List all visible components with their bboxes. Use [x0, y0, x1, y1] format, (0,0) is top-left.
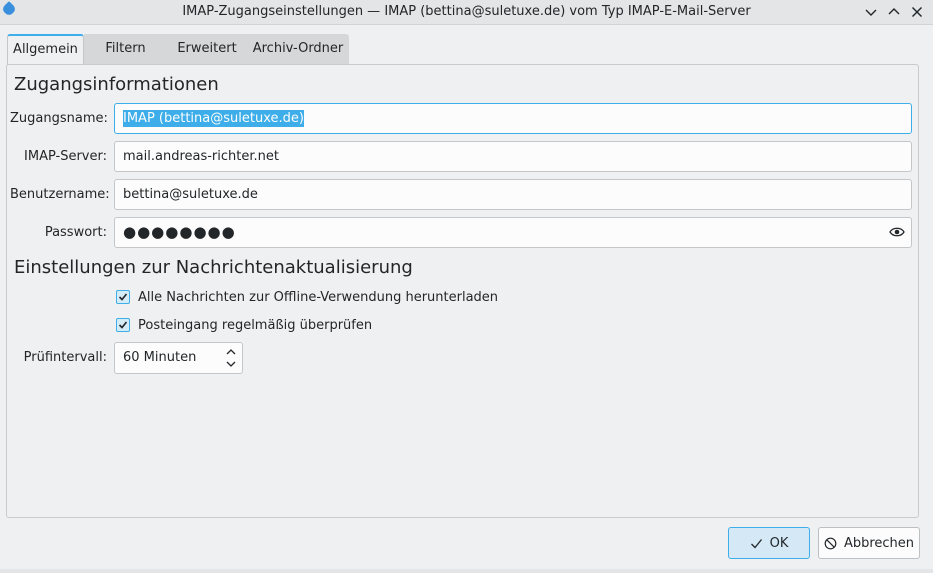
password-field[interactable]: ●●●●●●●●: [114, 217, 912, 248]
username-value: bettina@suletuxe.de: [123, 187, 258, 202]
title-bar: IMAP-Zugangseinstellungen — IMAP (bettin…: [0, 0, 933, 25]
cancel-button[interactable]: Abbrechen: [818, 527, 920, 559]
close-icon: [912, 7, 922, 17]
chevron-up-icon: [888, 8, 900, 15]
interval-value: 60 Minuten: [123, 350, 197, 365]
chevron-down-icon: [865, 9, 877, 16]
close-button[interactable]: [906, 2, 928, 22]
username-field[interactable]: bettina@suletuxe.de: [114, 179, 912, 210]
spin-arrows-icon[interactable]: [225, 346, 237, 370]
eye-icon[interactable]: [889, 226, 905, 238]
password-value: ●●●●●●●●: [123, 223, 236, 241]
imap-server-label: IMAP-Server:: [24, 149, 107, 164]
imap-server-field[interactable]: mail.andreas-richter.net: [114, 141, 912, 172]
tab-erweitert[interactable]: Erweitert: [167, 34, 247, 64]
username-label: Benutzername:: [10, 187, 110, 202]
interval-label: Prüfintervall:: [23, 350, 107, 365]
checkmark-icon: [118, 293, 128, 301]
ok-button[interactable]: OK: [728, 527, 810, 559]
section-heading-account: Zugangsinformationen: [14, 74, 219, 95]
window-bottom-edge: [0, 569, 933, 573]
ok-button-label: OK: [769, 535, 789, 551]
checkmark-icon: [118, 321, 128, 329]
tab-archiv-ordner[interactable]: Archiv-Ordner: [247, 34, 349, 64]
section-heading-refresh: Einstellungen zur Nachrichtenaktualisier…: [14, 257, 413, 278]
account-name-value: IMAP (bettina@suletuxe.de): [123, 110, 304, 127]
cancel-icon: [824, 537, 837, 549]
maximize-button[interactable]: [883, 2, 905, 22]
offline-download-checkbox[interactable]: [116, 290, 130, 304]
account-name-label: Zugangsname:: [10, 111, 108, 126]
checkmark-icon: [750, 538, 762, 548]
offline-download-label: Alle Nachrichten zur Offline-Verwendung …: [138, 289, 499, 305]
poll-inbox-checkbox[interactable]: [116, 318, 130, 332]
tab-filtern[interactable]: Filtern: [84, 34, 167, 64]
cancel-button-label: Abbrechen: [843, 535, 915, 551]
poll-inbox-option[interactable]: Posteingang regelmäßig überprüfen: [116, 316, 372, 334]
minimize-button[interactable]: [860, 2, 882, 22]
interval-spinbox[interactable]: 60 Minuten: [114, 342, 243, 374]
imap-server-value: mail.andreas-richter.net: [123, 149, 279, 164]
poll-inbox-label: Posteingang regelmäßig überprüfen: [138, 317, 373, 333]
account-name-field[interactable]: IMAP (bettina@suletuxe.de): [114, 103, 912, 134]
offline-download-option[interactable]: Alle Nachrichten zur Offline-Verwendung …: [116, 288, 498, 306]
tab-allgemein[interactable]: Allgemein: [7, 34, 84, 65]
window-title: IMAP-Zugangseinstellungen — IMAP (bettin…: [182, 4, 751, 19]
password-label: Passwort:: [44, 225, 107, 240]
